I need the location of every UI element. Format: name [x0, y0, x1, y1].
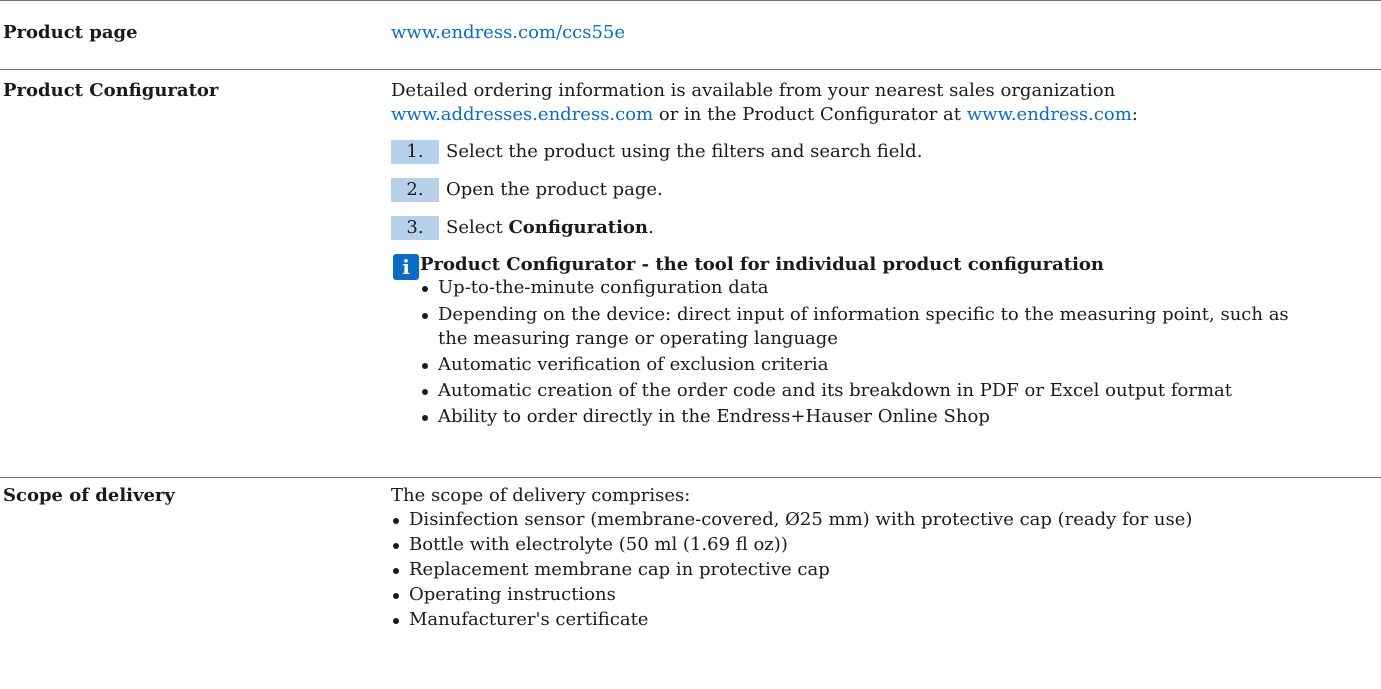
note-item: Depending on the device: direct input of… — [420, 303, 1375, 327]
note-item: Automatic creation of the order code and… — [420, 379, 1375, 403]
product-configurator-label: Product Configurator — [3, 80, 219, 101]
scope-item: Operating instructions — [391, 583, 1376, 607]
note-item: Up-to-the-minute configuration data — [420, 276, 1375, 300]
step-3: 3. Select Configuration. — [391, 216, 654, 240]
intro-line-1: Detailed ordering information is availab… — [391, 80, 1116, 101]
note-title: Product Configurator - the tool for indi… — [420, 254, 1104, 275]
section-rule-configurator — [0, 69, 1381, 70]
step-text-bold: Configuration — [508, 217, 649, 238]
scope-item: Bottle with electrolyte (50 ml (1.69 fl … — [391, 533, 1376, 557]
intro-line-2: www.addresses.endress.com or in the Prod… — [391, 103, 1376, 127]
scope-item: Replacement membrane cap in protective c… — [391, 558, 1376, 582]
product-page-link[interactable]: www.endress.com/ccs55e — [391, 22, 625, 43]
scope-of-delivery-label: Scope of delivery — [3, 485, 175, 506]
scope-list: Disinfection sensor (membrane-covered, Ø… — [391, 508, 1376, 632]
step-text: Select the product using the filters and… — [446, 141, 923, 162]
intro-mid-text: or in the Product Configurator at — [653, 104, 967, 125]
configurator-note: Product Configurator - the tool for indi… — [420, 254, 1375, 429]
product-page-value: www.endress.com/ccs55e — [391, 21, 1376, 45]
step-number: 1. — [391, 140, 439, 164]
step-text-post: . — [648, 217, 654, 238]
step-text: Open the product page. — [446, 179, 663, 200]
step-number: 2. — [391, 178, 439, 202]
product-page-label: Product page — [3, 22, 138, 43]
note-item: Automatic verification of exclusion crit… — [420, 353, 1375, 377]
configurator-intro: Detailed ordering information is availab… — [391, 79, 1376, 127]
step-text: Select Configuration. — [446, 216, 654, 240]
scope-content: The scope of delivery comprises: Disinfe… — [391, 484, 1376, 632]
step-2: 2. Open the product page. — [391, 178, 663, 202]
intro-end-text: : — [1131, 104, 1138, 125]
endress-link[interactable]: www.endress.com — [967, 104, 1132, 125]
addresses-link[interactable]: www.addresses.endress.com — [391, 104, 653, 125]
scope-item: Manufacturer's certificate — [391, 608, 1376, 632]
info-icon: i — [393, 254, 419, 280]
scope-intro: The scope of delivery comprises: — [391, 485, 691, 506]
step-1: 1. Select the product using the filters a… — [391, 140, 922, 164]
step-number: 3. — [391, 216, 439, 240]
step-text-pre: Select — [446, 217, 509, 238]
scope-item: Disinfection sensor (membrane-covered, Ø… — [391, 508, 1376, 532]
section-rule-scope — [0, 477, 1381, 478]
note-item-continuation: the measuring range or operating languag… — [438, 328, 838, 349]
note-item: Ability to order directly in the Endress… — [420, 405, 1375, 429]
top-rule — [0, 0, 1381, 1]
note-list: Up-to-the-minute configuration data Depe… — [420, 276, 1375, 429]
